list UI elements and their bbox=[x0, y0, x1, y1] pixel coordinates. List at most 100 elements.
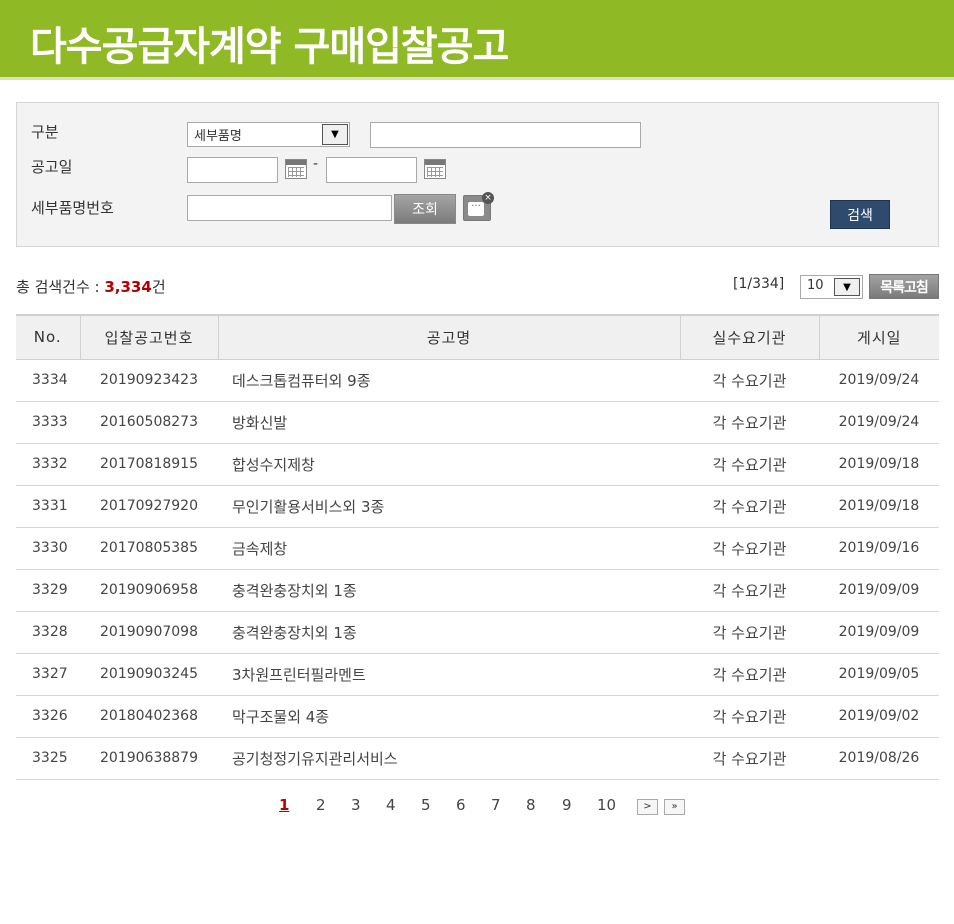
row-agency: 각 수요기관 bbox=[712, 371, 787, 390]
category-text-input[interactable] bbox=[370, 122, 641, 148]
refresh-list-button[interactable]: 목록고침 bbox=[869, 274, 939, 299]
row-notice-name[interactable]: 금속제창 bbox=[218, 527, 680, 569]
header-post-date: 게시일 bbox=[818, 315, 939, 359]
table-row[interactable]: 3328 20190907098 충격완충장치외 1종 각 수요기관 2019/09/0… bbox=[16, 611, 939, 653]
row-agency: 각 수요기관 bbox=[712, 497, 787, 516]
table-row[interactable]: 3331 20170927920 무인기활용서비스외 3종 각 수요기관 2019/09… bbox=[16, 485, 939, 527]
row-agency: 각 수요기관 bbox=[712, 413, 787, 432]
total-prefix: 총 검색건수 : bbox=[16, 278, 105, 296]
row-no: 3327 bbox=[32, 666, 68, 682]
calendar-icon[interactable] bbox=[285, 159, 307, 179]
row-post-date: 2019/09/24 bbox=[838, 414, 920, 430]
row-post-date: 2019/09/18 bbox=[838, 498, 920, 514]
row-no: 3326 bbox=[32, 708, 68, 724]
last-page-icon[interactable]: » bbox=[664, 799, 685, 815]
row-bid-number: 20190906958 bbox=[100, 582, 198, 598]
row-no: 3325 bbox=[32, 750, 68, 766]
row-bid-number: 20190903245 bbox=[100, 666, 198, 682]
table-row[interactable]: 3326 20180402368 막구조물외 4종 각 수요기관 2019/09/02 bbox=[16, 695, 939, 737]
row-agency: 각 수요기관 bbox=[712, 623, 787, 642]
chevron-down-icon[interactable]: ▼ bbox=[322, 124, 348, 145]
per-page-value: 10 bbox=[807, 278, 824, 293]
row-post-date: 2019/09/18 bbox=[838, 456, 920, 472]
category-select[interactable]: 세부품명 ▼ bbox=[187, 122, 350, 147]
row-agency: 각 수요기관 bbox=[712, 665, 787, 684]
calendar-icon[interactable] bbox=[424, 159, 446, 179]
page-link-1[interactable]: 1 bbox=[279, 796, 289, 814]
clear-icon[interactable]: ··· × bbox=[463, 192, 494, 221]
row-post-date: 2019/09/24 bbox=[838, 372, 920, 388]
date-from-input[interactable] bbox=[187, 157, 278, 183]
table-row[interactable]: 3333 20160508273 방화신발 각 수요기관 2019/09/24 bbox=[16, 401, 939, 443]
row-notice-name[interactable]: 합성수지제창 bbox=[218, 443, 680, 485]
date-to-input[interactable] bbox=[326, 157, 417, 183]
table-row[interactable]: 3334 20190923423 데스크톱컴퓨터외 9종 각 수요기관 2019/09/… bbox=[16, 359, 939, 401]
row-no: 3328 bbox=[32, 624, 68, 640]
search-panel: 구분 세부품명 ▼ 공고일 - 세부품명번호 조회 ··· × 검색 bbox=[16, 102, 939, 247]
row-agency: 각 수요기관 bbox=[712, 707, 787, 726]
row-bid-number: 20170927920 bbox=[100, 498, 198, 514]
page-link-9[interactable]: 9 bbox=[562, 796, 572, 814]
row-no: 3332 bbox=[32, 456, 68, 472]
total-count-value: 3,334 bbox=[104, 278, 152, 296]
close-icon[interactable]: × bbox=[482, 192, 494, 204]
next-page-icon[interactable]: > bbox=[637, 799, 658, 815]
page-link-5[interactable]: 5 bbox=[421, 796, 431, 814]
row-bid-number: 20160508273 bbox=[100, 414, 198, 430]
row-bid-number: 20190907098 bbox=[100, 624, 198, 640]
page-header: 다수공급자계약 구매입찰공고 bbox=[0, 0, 954, 80]
page-link-4[interactable]: 4 bbox=[386, 796, 396, 814]
row-agency: 각 수요기관 bbox=[712, 749, 787, 768]
row-post-date: 2019/09/05 bbox=[838, 666, 920, 682]
row-notice-name[interactable]: 막구조물외 4종 bbox=[218, 695, 680, 737]
row-post-date: 2019/09/16 bbox=[838, 540, 920, 556]
table-row[interactable]: 3325 20190638879 공기청정기유지관리서비스 각 수요기관 2019/08… bbox=[16, 737, 939, 779]
row-bid-number: 20190638879 bbox=[100, 750, 198, 766]
row-no: 3333 bbox=[32, 414, 68, 430]
page-link-3[interactable]: 3 bbox=[351, 796, 361, 814]
table-row[interactable]: 3332 20170818915 합성수지제창 각 수요기관 2019/09/18 bbox=[16, 443, 939, 485]
more-dots: ··· bbox=[468, 202, 484, 216]
page-link-10[interactable]: 10 bbox=[597, 796, 616, 814]
total-count: 총 검색건수 : 3,334건 bbox=[16, 276, 166, 297]
page-link-6[interactable]: 6 bbox=[456, 796, 466, 814]
row-agency: 각 수요기관 bbox=[712, 581, 787, 600]
chevron-down-icon[interactable]: ▼ bbox=[834, 278, 860, 296]
page-link-8[interactable]: 8 bbox=[526, 796, 536, 814]
page-link-7[interactable]: 7 bbox=[491, 796, 501, 814]
search-button[interactable]: 검색 bbox=[830, 200, 890, 229]
row-agency: 각 수요기관 bbox=[712, 455, 787, 474]
row-no: 3329 bbox=[32, 582, 68, 598]
row-bid-number: 20170818915 bbox=[100, 456, 198, 472]
row-post-date: 2019/08/26 bbox=[838, 750, 920, 766]
pagination: 1 2 3 4 5 6 7 8 9 10 > » bbox=[0, 796, 954, 816]
results-table: No. 입찰공고번호 공고명 실수요기관 게시일 3334 20190923423… bbox=[16, 314, 939, 780]
row-no: 3331 bbox=[32, 498, 68, 514]
category-select-value: 세부품명 bbox=[194, 129, 242, 144]
table-row[interactable]: 3329 20190906958 충격완충장치외 1종 각 수요기관 2019/09/0… bbox=[16, 569, 939, 611]
date-label: 공고일 bbox=[31, 158, 73, 176]
item-number-input[interactable] bbox=[187, 195, 392, 221]
row-bid-number: 20170805385 bbox=[100, 540, 198, 556]
row-notice-name[interactable]: 3차원프린터필라멘트 bbox=[218, 653, 680, 695]
lookup-button[interactable]: 조회 bbox=[394, 194, 456, 224]
row-notice-name[interactable]: 공기청정기유지관리서비스 bbox=[218, 737, 680, 779]
page-link-2[interactable]: 2 bbox=[316, 796, 326, 814]
page-title: 다수공급자계약 구매입찰공고 bbox=[30, 24, 509, 70]
total-suffix: 건 bbox=[151, 278, 166, 296]
table-row[interactable]: 3330 20170805385 금속제창 각 수요기관 2019/09/16 bbox=[16, 527, 939, 569]
row-notice-name[interactable]: 데스크톱컴퓨터외 9종 bbox=[218, 359, 680, 401]
table-header-row: No. 입찰공고번호 공고명 실수요기관 게시일 bbox=[16, 315, 939, 359]
row-notice-name[interactable]: 충격완충장치외 1종 bbox=[218, 569, 680, 611]
row-notice-name[interactable]: 방화신발 bbox=[218, 401, 680, 443]
header-bid-number: 입찰공고번호 bbox=[79, 315, 218, 359]
per-page-select[interactable]: 10 ▼ bbox=[800, 275, 863, 299]
row-post-date: 2019/09/09 bbox=[838, 582, 920, 598]
row-agency: 각 수요기관 bbox=[712, 539, 787, 558]
row-notice-name[interactable]: 충격완충장치외 1종 bbox=[218, 611, 680, 653]
header-no: No. bbox=[33, 328, 62, 347]
row-no: 3334 bbox=[32, 372, 68, 388]
table-row[interactable]: 3327 20190903245 3차원프린터필라멘트 각 수요기관 2019/09/0… bbox=[16, 653, 939, 695]
row-notice-name[interactable]: 무인기활용서비스외 3종 bbox=[218, 485, 680, 527]
row-post-date: 2019/09/02 bbox=[838, 708, 920, 724]
